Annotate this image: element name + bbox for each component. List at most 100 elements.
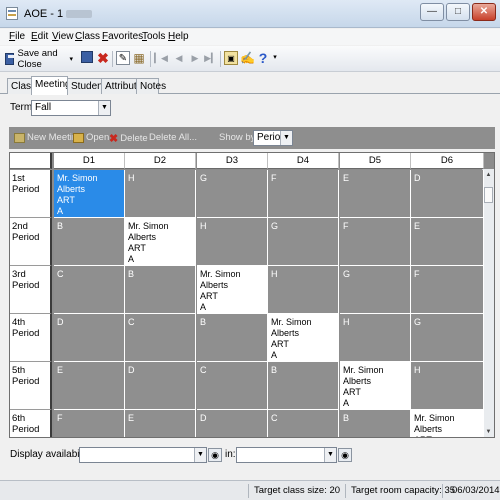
- menu-item-tools[interactable]: Tools: [142, 31, 165, 42]
- notes-edit-icon[interactable]: ✍: [240, 51, 255, 65]
- cell-line: F: [57, 413, 63, 423]
- rotation-cell[interactable]: C: [54, 266, 125, 314]
- rotation-cell[interactable]: G: [197, 170, 268, 218]
- rotation-cell[interactable]: E: [340, 170, 411, 218]
- menu-item-edit[interactable]: Edit: [31, 31, 48, 42]
- rotation-cell[interactable]: H: [268, 266, 339, 314]
- row-header-period-6[interactable]: 6th Period: [10, 410, 52, 437]
- menu-item-help[interactable]: Help: [168, 31, 189, 42]
- scroll-down-icon[interactable]: ▼: [484, 428, 493, 437]
- toolbar-separator: [220, 51, 221, 67]
- clipboard-icon[interactable]: ▦: [132, 51, 146, 65]
- cell-line: Mr. Simon Alberts: [271, 317, 312, 338]
- tab-notes[interactable]: Notes: [136, 78, 166, 94]
- binoculars-icon[interactable]: ◉: [338, 448, 352, 462]
- previous-record-icon[interactable]: ◀: [172, 51, 186, 65]
- calendar-icon[interactable]: ▣: [224, 51, 238, 65]
- menu-item-view[interactable]: View: [52, 31, 74, 42]
- row-header-period-3[interactable]: 3rd Period: [10, 266, 52, 314]
- menu-item-file[interactable]: File: [9, 31, 25, 42]
- meeting-cell[interactable]: Mr. Simon Alberts ART A: [197, 266, 268, 314]
- first-record-icon[interactable]: ▎◀: [154, 51, 168, 65]
- rotation-cell[interactable]: E: [411, 218, 484, 266]
- last-record-icon[interactable]: ▶▎: [204, 51, 218, 65]
- menu-item-class[interactable]: Class: [75, 31, 100, 42]
- rotation-cell[interactable]: F: [268, 170, 339, 218]
- rotation-cell[interactable]: D: [197, 410, 268, 437]
- tab-class[interactable]: Class: [7, 78, 36, 94]
- rotation-cell[interactable]: F: [411, 266, 484, 314]
- rotation-cell[interactable]: B: [197, 314, 268, 362]
- rotation-cell[interactable]: C: [197, 362, 268, 410]
- meeting-cell[interactable]: Mr. Simon Alberts ART A: [125, 218, 196, 266]
- rotation-cell[interactable]: B: [340, 410, 411, 437]
- column-header-d2[interactable]: D2: [125, 153, 196, 169]
- rotation-cell[interactable]: H: [125, 170, 196, 218]
- tab-meetings[interactable]: Meetings: [31, 76, 76, 95]
- cell-line: G: [414, 317, 422, 327]
- column-header-d4[interactable]: D4: [268, 153, 339, 169]
- save-icon[interactable]: [80, 51, 94, 65]
- tab-attributes[interactable]: Attributes: [101, 78, 147, 94]
- delete-icon[interactable]: ✖: [96, 51, 110, 65]
- row-header-period-5[interactable]: 5th Period: [10, 362, 52, 410]
- cell-line: B: [343, 413, 350, 423]
- tab-bar: Class Meetings Students Attributes Notes: [0, 76, 500, 95]
- meeting-cell[interactable]: Mr. Simon Alberts ART A: [268, 314, 339, 362]
- help-dropdown-icon[interactable]: ▾: [268, 51, 282, 65]
- column-header-d3[interactable]: D3: [197, 153, 268, 169]
- cell-line: ART: [414, 435, 480, 437]
- rotation-cell[interactable]: B: [125, 266, 196, 314]
- cell-line: F: [271, 173, 277, 183]
- next-record-icon[interactable]: ▶: [188, 51, 202, 65]
- rotation-cell[interactable]: F: [54, 410, 125, 437]
- column-header-d6[interactable]: D6: [411, 153, 484, 169]
- rotation-cell[interactable]: G: [411, 314, 484, 362]
- menu-item-favorites[interactable]: Favorites: [102, 31, 143, 42]
- rotation-cell[interactable]: C: [268, 410, 339, 437]
- close-button[interactable]: ✕: [472, 3, 496, 21]
- meeting-cell[interactable]: Mr. Simon Alberts ART A: [340, 362, 411, 410]
- maximize-button[interactable]: □: [446, 3, 470, 21]
- delete-meeting-button[interactable]: ✖ Delete: [109, 132, 148, 145]
- meeting-cell[interactable]: Mr. Simon AlbertsART: [411, 410, 484, 437]
- rotation-cell[interactable]: H: [197, 218, 268, 266]
- rotation-cell[interactable]: G: [340, 266, 411, 314]
- rotation-cell[interactable]: E: [54, 362, 125, 410]
- column-header-d5[interactable]: D5: [340, 153, 411, 169]
- minimize-button[interactable]: —: [420, 3, 444, 21]
- properties-icon[interactable]: ✎: [116, 51, 130, 65]
- column-header-d1[interactable]: D1: [54, 153, 125, 169]
- rotation-cell[interactable]: B: [54, 218, 125, 266]
- in-label: in:: [225, 449, 236, 460]
- rotation-cell[interactable]: H: [340, 314, 411, 362]
- menu-accelerator: E: [31, 31, 38, 42]
- open-button[interactable]: Open: [73, 132, 109, 143]
- rotation-cell[interactable]: E: [125, 410, 196, 437]
- rotation-cell[interactable]: B: [268, 362, 339, 410]
- rotation-cell[interactable]: G: [268, 218, 339, 266]
- rotation-cell[interactable]: C: [125, 314, 196, 362]
- scroll-up-icon[interactable]: ▲: [484, 171, 493, 180]
- save-and-close-button[interactable]: Save and Close ▾: [4, 48, 74, 70]
- rotation-cell[interactable]: D: [411, 170, 484, 218]
- cell-line: D: [57, 317, 64, 327]
- term-select[interactable]: Fall ▼: [31, 100, 111, 116]
- tab-students[interactable]: Students: [67, 78, 110, 94]
- availability-in-select[interactable]: ▼: [236, 447, 337, 463]
- meeting-cell[interactable]: Mr. Simon Alberts ART A: [54, 170, 125, 218]
- scroll-thumb[interactable]: [484, 187, 493, 203]
- binoculars-icon[interactable]: ◉: [208, 448, 222, 462]
- availability-select[interactable]: ▼: [79, 447, 207, 463]
- row-header-period-4[interactable]: 4th Period: [10, 314, 52, 362]
- cell-line: G: [343, 269, 351, 279]
- rotation-cell[interactable]: H: [411, 362, 484, 410]
- rotation-cell[interactable]: F: [340, 218, 411, 266]
- row-header-period-1[interactable]: 1st Period: [10, 170, 52, 218]
- rotation-cell[interactable]: D: [125, 362, 196, 410]
- menu-label-rest: ools: [147, 31, 166, 42]
- rotation-cell[interactable]: D: [54, 314, 125, 362]
- delete-all-button[interactable]: Delete All...: [149, 132, 197, 143]
- row-header-period-2[interactable]: 2nd Period: [10, 218, 52, 266]
- show-by-select[interactable]: Period ▼: [253, 130, 293, 146]
